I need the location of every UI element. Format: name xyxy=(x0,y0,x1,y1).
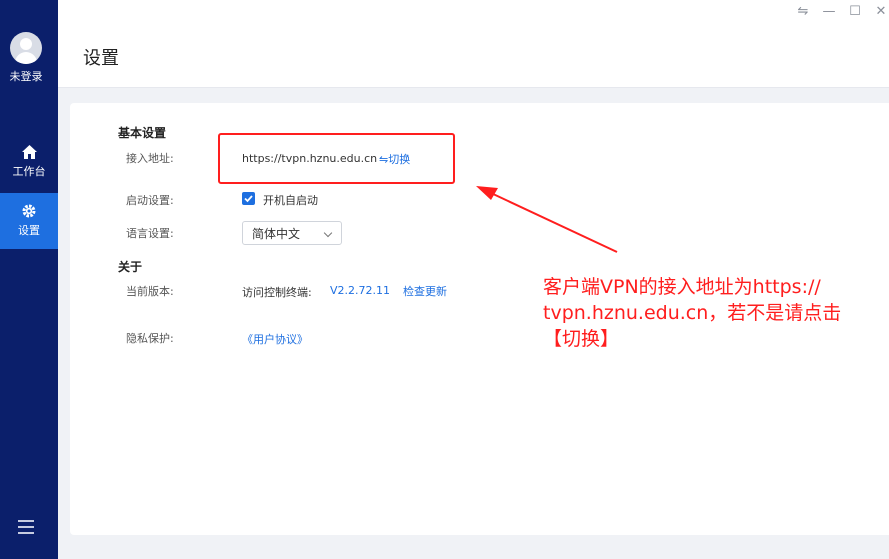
login-status[interactable]: 未登录 xyxy=(0,68,52,84)
highlight-box xyxy=(218,133,455,184)
basic-settings-title: 基本设置 xyxy=(118,126,167,140)
hamburger-menu-icon[interactable] xyxy=(18,520,34,534)
sidebar-item-workspace[interactable]: 工作台 xyxy=(0,134,58,190)
check-update-link[interactable]: 检查更新 xyxy=(403,283,447,299)
about-title: 关于 xyxy=(118,260,143,274)
avatar-icon[interactable] xyxy=(10,32,42,64)
version-value: V2.2.72.11 xyxy=(330,284,391,297)
annotation-text: 客户端VPN的接入地址为https:// tvpn.hznu.edu.cn，若不… xyxy=(543,274,883,352)
header: 设置 ⇋ — ☐ ✕ xyxy=(58,0,889,88)
sidebar: 未登录 工作台 设置 xyxy=(0,0,58,559)
access-address-label: 接入地址: xyxy=(126,152,174,165)
sidebar-item-label: 设置 xyxy=(18,224,40,237)
chevron-down-icon xyxy=(323,228,333,238)
startup-checkbox-label[interactable]: 开机自启动 xyxy=(263,192,318,208)
sidebar-item-settings[interactable]: 设置 xyxy=(0,193,58,249)
annotation-line: 客户端VPN的接入地址为https:// xyxy=(543,276,821,298)
startup-checkbox[interactable] xyxy=(242,192,255,205)
language-select-value: 简体中文 xyxy=(252,227,301,241)
minimize-icon[interactable]: — xyxy=(821,4,837,19)
page-title: 设置 xyxy=(83,48,119,69)
annotation-line: 【切换】 xyxy=(543,328,620,350)
version-label: 当前版本: xyxy=(126,285,174,298)
home-icon xyxy=(21,145,37,159)
privacy-label: 隐私保护: xyxy=(126,332,174,345)
check-icon xyxy=(244,195,253,203)
user-agreement-link[interactable]: 《用户协议》 xyxy=(242,331,308,347)
language-select[interactable]: 简体中文 xyxy=(242,221,342,245)
window-controls: ⇋ — ☐ ✕ xyxy=(795,4,889,19)
language-label: 语言设置: xyxy=(126,227,174,240)
annotation-line: tvpn.hznu.edu.cn，若不是请点击 xyxy=(543,302,842,324)
sidebar-item-label: 工作台 xyxy=(12,165,46,178)
maximize-icon[interactable]: ☐ xyxy=(847,4,863,19)
close-icon[interactable]: ✕ xyxy=(873,4,889,19)
version-prefix: 访问控制终端: xyxy=(242,286,312,299)
swap-icon[interactable]: ⇋ xyxy=(795,4,811,19)
gear-icon xyxy=(22,204,36,218)
startup-label: 启动设置: xyxy=(126,194,174,207)
